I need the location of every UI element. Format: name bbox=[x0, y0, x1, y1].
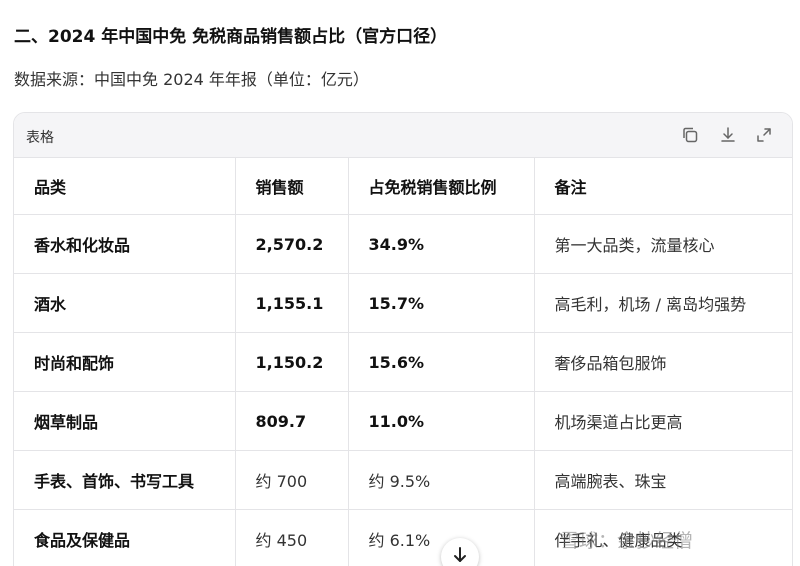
column-header-category: 品类 bbox=[14, 158, 236, 215]
table-row: 酒水 1,155.1 15.7% 高毛利，机场 / 离岛均强势 bbox=[14, 273, 792, 333]
column-header-ratio: 占免税销售额比例 bbox=[348, 158, 535, 215]
cell-sales: 809.7 bbox=[235, 391, 349, 451]
cell-note: 高毛利，机场 / 离岛均强势 bbox=[534, 273, 792, 333]
table-header-row: 品类 销售额 占免税销售额比例 备注 bbox=[14, 158, 792, 215]
cell-note: 高端腕表、珠宝 bbox=[534, 450, 792, 510]
cell-note: 机场渠道占比更高 bbox=[534, 391, 792, 451]
data-source-note: 数据来源：中国中免 2024 年年报（单位：亿元） bbox=[14, 70, 369, 89]
copy-icon[interactable] bbox=[680, 125, 700, 145]
cell-category: 烟草制品 bbox=[14, 391, 236, 451]
table-row: 手表、首饰、书写工具 约 700 约 9.5% 高端腕表、珠宝 bbox=[14, 450, 792, 510]
download-icon[interactable] bbox=[718, 125, 738, 145]
cell-sales: 2,570.2 bbox=[235, 214, 349, 274]
cell-category: 食品及保健品 bbox=[14, 509, 236, 566]
table-row: 烟草制品 809.7 11.0% 机场渠道占比更高 bbox=[14, 391, 792, 451]
arrow-down-icon bbox=[454, 547, 466, 562]
cell-category: 香水和化妆品 bbox=[14, 214, 236, 274]
expand-icon[interactable] bbox=[754, 125, 774, 145]
cell-ratio: 34.9% bbox=[348, 214, 535, 274]
cell-sales: 约 450 bbox=[235, 509, 349, 566]
cell-category: 时尚和配饰 bbox=[14, 332, 236, 392]
table-row: 食品及保健品 约 450 约 6.1% 伴手礼、健康品类 bbox=[14, 509, 792, 566]
cell-ratio: 约 9.5% bbox=[348, 450, 535, 510]
cell-sales: 约 700 bbox=[235, 450, 349, 510]
table-row: 时尚和配饰 1,150.2 15.6% 奢侈品箱包服饰 bbox=[14, 332, 792, 392]
page: 二、2024 年中国中免 免税商品销售额占比（官方口径） 数据来源：中国中免 2… bbox=[0, 0, 800, 566]
cell-ratio: 11.0% bbox=[348, 391, 535, 451]
table-card-title: 表格 bbox=[26, 130, 54, 146]
cell-note: 第一大品类，流量核心 bbox=[534, 214, 792, 274]
cell-category: 手表、首饰、书写工具 bbox=[14, 450, 236, 510]
column-header-sales: 销售额 bbox=[235, 158, 349, 215]
section-heading: 二、2024 年中国中免 免税商品销售额占比（官方口径） bbox=[14, 27, 448, 47]
cell-note: 伴手礼、健康品类 bbox=[534, 509, 792, 566]
cell-note: 奢侈品箱包服饰 bbox=[534, 332, 792, 392]
table-row: 香水和化妆品 2,570.2 34.9% 第一大品类，流量核心 bbox=[14, 214, 792, 274]
cell-sales: 1,155.1 bbox=[235, 273, 349, 333]
column-header-note: 备注 bbox=[534, 158, 792, 215]
cell-ratio: 15.6% bbox=[348, 332, 535, 392]
cell-ratio: 15.7% bbox=[348, 273, 535, 333]
table-card: 表格 品类 销售额 占免税销售额比例 备注 香水和化妆品 2,570.2 34.… bbox=[13, 112, 793, 566]
cell-category: 酒水 bbox=[14, 273, 236, 333]
sales-table: 品类 销售额 占免税销售额比例 备注 香水和化妆品 2,570.2 34.9% … bbox=[14, 158, 792, 566]
cell-sales: 1,150.2 bbox=[235, 332, 349, 392]
table-card-header: 表格 bbox=[14, 113, 792, 158]
